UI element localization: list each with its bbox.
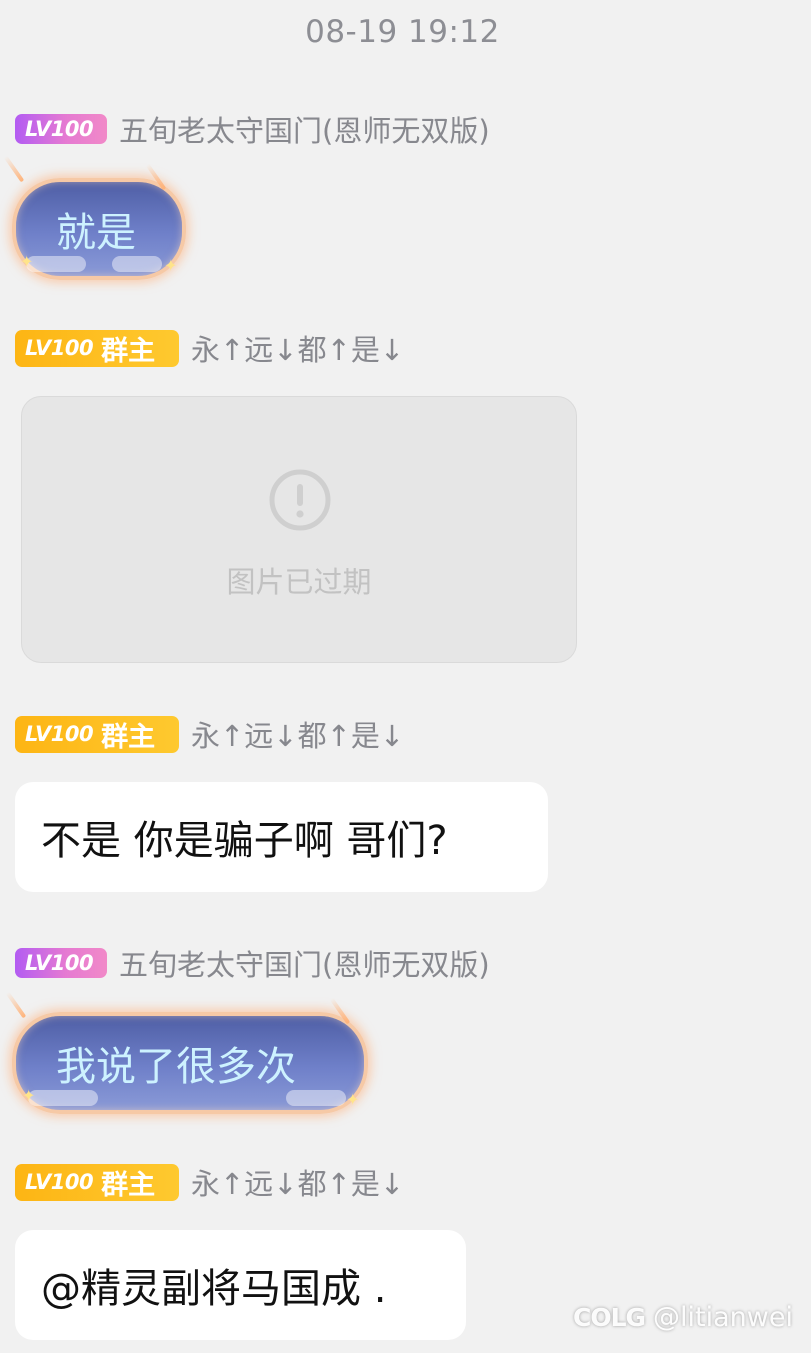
message-header: LV100 群主 永↑远↓都↑是↓	[15, 714, 404, 754]
star-icon: ✦	[22, 1086, 36, 1105]
group-owner-label: 群主	[101, 1169, 156, 1201]
meteor-decoration	[329, 997, 351, 1025]
message-bubble[interactable]: ✦ ✦ 就是	[3, 155, 186, 280]
message-header: LV100 五旬老太守国门(恩师无双版)	[15, 943, 490, 983]
star-icon: ✦	[164, 256, 178, 275]
level-badge: LV100 群主	[15, 1163, 179, 1201]
sender-name[interactable]: 永↑远↓都↑是↓	[191, 327, 404, 369]
message-header: LV100 群主 永↑远↓都↑是↓	[15, 328, 404, 368]
group-owner-label: 群主	[101, 335, 156, 367]
level-label: LV100	[25, 336, 94, 360]
meteor-decoration	[3, 155, 25, 183]
message-header: LV100 群主 永↑远↓都↑是↓	[15, 1162, 404, 1202]
message-text: 不是 你是骗子啊 哥们?	[41, 818, 448, 864]
sender-name[interactable]: 五旬老太守国门(恩师无双版)	[119, 108, 490, 150]
sender-name[interactable]: 永↑远↓都↑是↓	[191, 713, 404, 755]
message-bubble[interactable]: @精灵副将马国成 .	[15, 1230, 466, 1340]
message-bubble[interactable]: ✦ ✦ 我说了很多次	[5, 991, 368, 1114]
sender-name[interactable]: 永↑远↓都↑是↓	[191, 1161, 404, 1203]
expired-image-card[interactable]: 图片已过期	[21, 396, 577, 663]
sender-name[interactable]: 五旬老太守国门(恩师无双版)	[119, 942, 490, 984]
exclamation-circle-icon	[269, 469, 331, 531]
group-owner-label: 群主	[101, 721, 156, 753]
level-badge: LV100 群主	[15, 715, 179, 753]
message-text: @精灵副将马国成 .	[41, 1266, 387, 1312]
expired-image-label: 图片已过期	[226, 565, 372, 599]
level-badge: LV100 群主	[15, 329, 179, 367]
meteor-decoration	[145, 163, 167, 191]
cloud-decoration	[286, 1090, 346, 1106]
message-header: LV100 五旬老太守国门(恩师无双版)	[15, 109, 490, 149]
star-icon: ✦	[346, 1090, 360, 1109]
watermark: COLG @litianwei	[573, 1302, 793, 1333]
cloud-decoration	[112, 256, 162, 272]
message-bubble[interactable]: 不是 你是骗子啊 哥们?	[15, 782, 548, 892]
cloud-decoration	[28, 1090, 98, 1106]
level-badge: LV100	[15, 948, 107, 978]
level-label: LV100	[25, 722, 94, 746]
level-label: LV100	[25, 1170, 94, 1194]
message-timestamp: 08-19 19:12	[305, 14, 500, 50]
meteor-decoration	[5, 991, 27, 1019]
message-text: 就是	[56, 210, 136, 256]
cloud-decoration	[26, 256, 86, 272]
colg-logo: COLG	[572, 1303, 646, 1332]
message-text: 我说了很多次	[56, 1044, 296, 1090]
star-icon: ✦	[20, 252, 34, 271]
level-badge: LV100	[15, 114, 107, 144]
watermark-user: @litianwei	[653, 1302, 793, 1333]
